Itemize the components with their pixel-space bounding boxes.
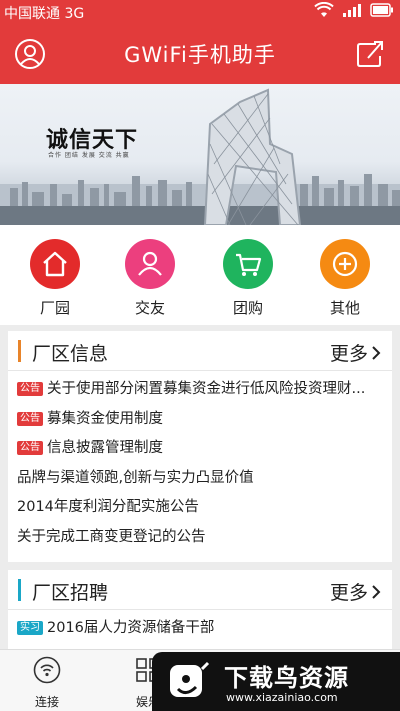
- category-factory[interactable]: 厂园: [15, 239, 95, 318]
- news-item-title: 募集资金使用制度: [47, 410, 163, 427]
- nav-connect[interactable]: 连接: [7, 656, 87, 710]
- news-section-title: 厂区信息: [32, 343, 109, 365]
- more-label: 更多: [329, 582, 368, 604]
- people-icon: [125, 239, 175, 289]
- category-friends[interactable]: 交友: [110, 239, 190, 318]
- category-label: 其他: [329, 299, 360, 317]
- carrier-label: 中国联通 3G: [4, 6, 85, 22]
- category-label: 团购: [232, 299, 263, 317]
- site-watermark: 下载鸟资源 www.xiazainiao.com: [152, 652, 400, 711]
- news-item[interactable]: 公告 关于使用部分闲置募集资金进行低风险投资理财...: [8, 375, 392, 405]
- jobs-more-link[interactable]: 更多: [330, 578, 382, 605]
- internship-tag: 实习: [17, 621, 43, 635]
- app-header: GWiFi手机助手: [0, 24, 400, 84]
- watermark-title: 下载鸟资源: [224, 664, 349, 692]
- watermark-url: www.xiazainiao.com: [226, 691, 338, 704]
- category-label: 厂园: [39, 299, 70, 317]
- news-item-title: 品牌与渠道领跑,创新与实力凸显价值: [17, 469, 254, 486]
- status-icons: [314, 2, 394, 18]
- wifi-icon: [33, 656, 61, 684]
- news-section: 厂区信息 更多 公告 关于使用部分闲置募集资金进行低风险投资理财... 公告 募集资…: [8, 331, 392, 562]
- jobs-section-title: 厂区招聘: [32, 582, 109, 604]
- category-other[interactable]: 其他: [305, 239, 385, 318]
- share-button[interactable]: [354, 38, 386, 70]
- news-item[interactable]: 公告 信息披露管理制度: [8, 434, 392, 464]
- category-grid: 厂园 交友 团购 其他: [0, 225, 400, 325]
- home-icon: [30, 239, 80, 289]
- cell-signal-icon: [343, 4, 361, 17]
- announcement-tag: 公告: [17, 411, 43, 426]
- chevron-right-icon: [372, 584, 381, 599]
- announcement-tag: 公告: [17, 382, 43, 396]
- battery-icon: [370, 3, 393, 17]
- news-item-title: 信息披露管理制度: [47, 440, 163, 456]
- category-groupbuy[interactable]: 团购: [208, 239, 288, 318]
- news-item[interactable]: 关于完成工商变更登记的公告: [8, 523, 392, 553]
- jobs-section: 厂区招聘 更多 实习 2016届人力资源储备干部: [8, 570, 392, 649]
- news-item[interactable]: 品牌与渠道领跑,创新与实力凸显价值: [8, 464, 392, 494]
- cart-icon: [223, 239, 273, 289]
- news-item-title: 关于完成工商变更登记的公告: [17, 528, 206, 545]
- job-item[interactable]: 实习 2016届人力资源储备干部: [8, 614, 392, 644]
- plus-icon: [320, 239, 370, 289]
- news-more-link[interactable]: 更多: [330, 339, 382, 366]
- news-item-title: 关于使用部分闲置募集资金进行低风险投资理财...: [47, 381, 366, 397]
- chevron-right-icon: [372, 345, 381, 360]
- nav-label: 连接: [34, 695, 59, 709]
- banner-subtitle: 合作 团结 发展 交流 共赢: [48, 152, 130, 159]
- app-title: GWiFi手机助手: [124, 43, 276, 67]
- status-bar: 中国联通 3G: [0, 0, 400, 24]
- category-label: 交友: [134, 299, 165, 317]
- job-item-title: 2016届人力资源储备干部: [47, 620, 215, 636]
- section-accent-bar: [18, 579, 21, 601]
- announcement-tag: 公告: [17, 441, 43, 455]
- news-section-header: 厂区信息 更多: [8, 331, 392, 371]
- section-accent-bar: [18, 340, 21, 362]
- news-item[interactable]: 2014年度利润分配实施公告: [8, 493, 392, 523]
- news-item[interactable]: 公告 募集资金使用制度: [8, 405, 392, 435]
- jobs-section-header: 厂区招聘 更多: [8, 570, 392, 610]
- bird-logo-icon: [170, 661, 210, 697]
- promo-banner[interactable]: 诚信天下 合作 团结 发展 交流 共赢: [0, 84, 400, 225]
- share-icon: [357, 41, 383, 67]
- more-label: 更多: [329, 343, 368, 365]
- wifi-signal-icon: [314, 2, 334, 17]
- news-item-title: 2014年度利润分配实施公告: [17, 499, 199, 515]
